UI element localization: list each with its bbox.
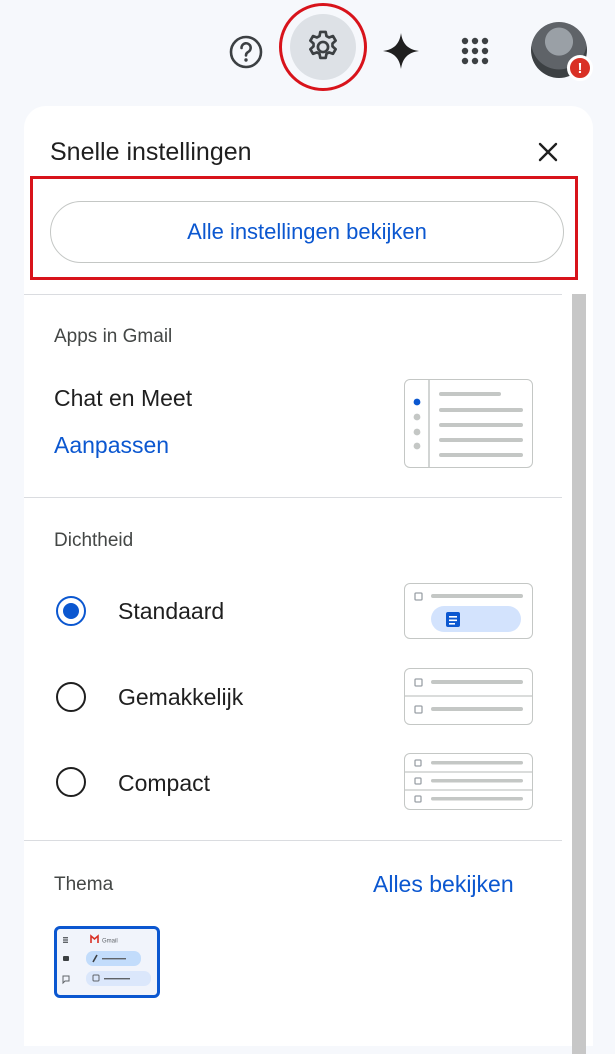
density-option-label[interactable]: Compact xyxy=(118,770,210,797)
see-all-settings-button[interactable]: Alle instellingen bekijken xyxy=(50,201,564,263)
apps-grid-icon xyxy=(461,37,489,65)
account-avatar[interactable]: ! xyxy=(531,22,593,81)
divider xyxy=(24,294,562,295)
settings-button[interactable] xyxy=(279,3,367,91)
radio-compact[interactable] xyxy=(56,767,86,797)
close-icon xyxy=(538,142,558,162)
close-button[interactable] xyxy=(532,136,564,168)
alert-badge-icon: ! xyxy=(567,55,593,81)
help-icon xyxy=(229,35,263,69)
theme-default-thumbnail[interactable]: Gmail xyxy=(54,926,160,998)
gemini-button[interactable] xyxy=(378,28,424,74)
gemini-spark-icon xyxy=(383,33,419,69)
divider xyxy=(24,497,562,498)
scrollbar[interactable] xyxy=(572,294,586,1054)
gmail-brand-text: Gmail xyxy=(102,939,118,945)
chat-meet-label: Chat en Meet xyxy=(54,385,193,411)
customize-link[interactable]: Aanpassen xyxy=(54,432,169,459)
chat-meet-preview xyxy=(404,379,533,468)
top-bar: ! xyxy=(0,0,615,100)
density-option-label[interactable]: Gemakkelijk xyxy=(118,684,243,711)
density-option-label[interactable]: Standaard xyxy=(118,598,224,625)
settings-gear-icon xyxy=(308,30,338,60)
help-button[interactable] xyxy=(224,30,268,74)
quick-settings-panel: Snelle instellingen Alle instellingen be… xyxy=(24,106,593,1054)
see-all-themes-link[interactable]: Alles bekijken xyxy=(373,871,514,898)
standaard-preview xyxy=(404,583,533,639)
apps-section-title: Apps in Gmail xyxy=(54,326,173,347)
radio-standaard[interactable] xyxy=(56,596,86,626)
gemakkelijk-preview xyxy=(404,668,533,725)
divider xyxy=(24,840,562,841)
panel-title: Snelle instellingen xyxy=(50,138,252,166)
theme-section-title: Thema xyxy=(54,874,114,895)
google-apps-button[interactable] xyxy=(452,28,498,74)
compact-preview xyxy=(404,753,533,810)
density-section-title: Dichtheid xyxy=(54,530,134,551)
radio-gemakkelijk[interactable] xyxy=(56,682,86,712)
settings-button-bg xyxy=(290,14,356,80)
